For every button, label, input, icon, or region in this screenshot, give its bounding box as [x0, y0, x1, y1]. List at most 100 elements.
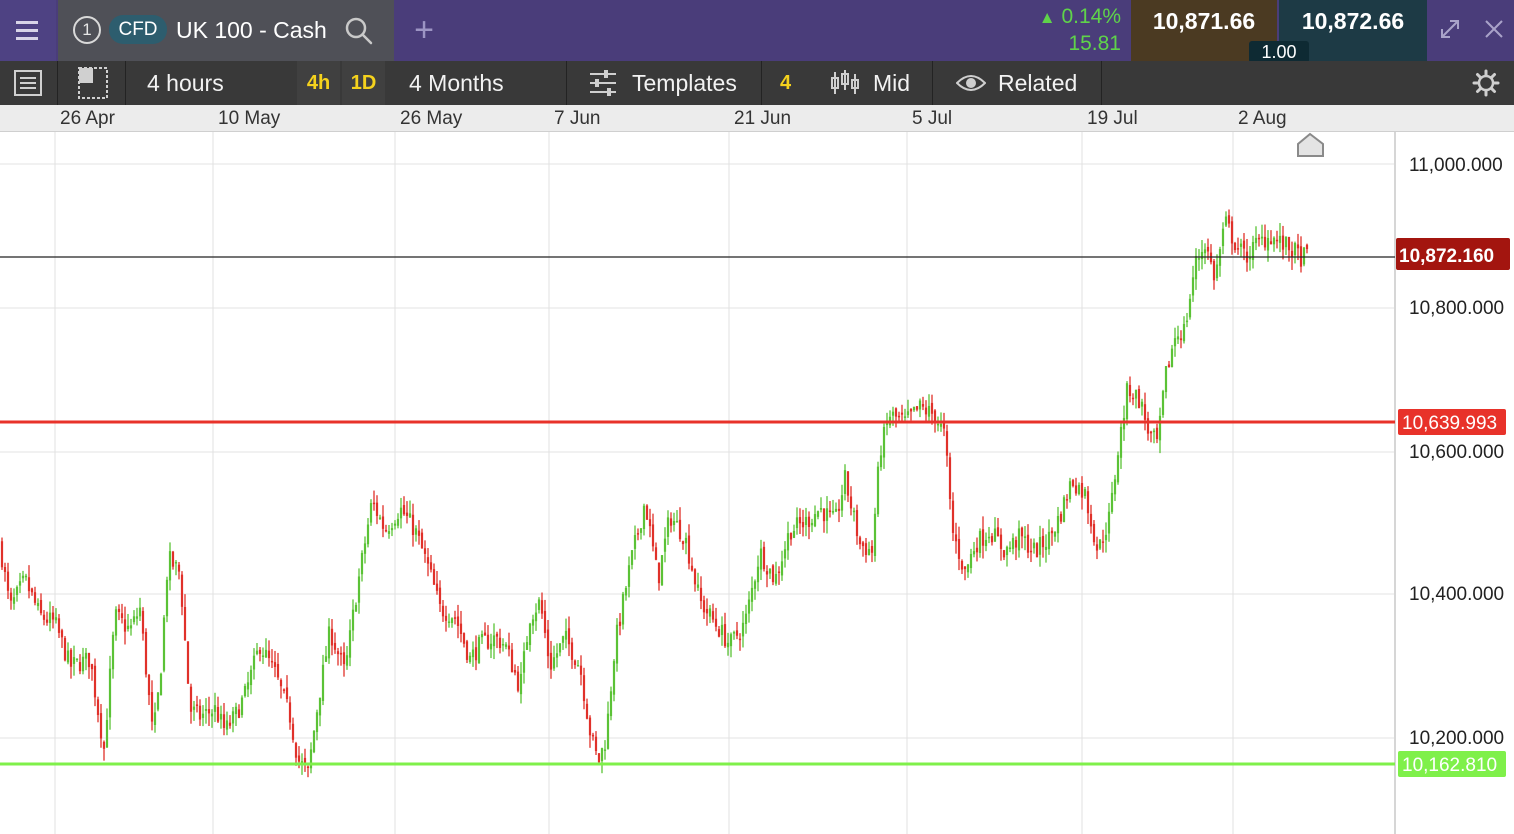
candle-body [1155, 427, 1159, 440]
change-points: 15.81 [1068, 32, 1121, 55]
layout-grid-icon [78, 67, 108, 99]
range-dropdown[interactable]: 4 Months [387, 61, 567, 105]
candle-body [990, 536, 994, 543]
candle-body [702, 600, 706, 613]
search-icon[interactable] [344, 16, 374, 46]
candle-body [360, 552, 364, 575]
candle-body [1140, 401, 1144, 407]
price-type-button[interactable]: Mid [809, 61, 933, 105]
hamburger-menu-icon[interactable] [0, 0, 56, 61]
layout-button[interactable] [59, 61, 126, 105]
candle-body [918, 400, 922, 410]
candle-body [69, 649, 73, 667]
candle-body [1116, 455, 1120, 483]
candle-body [387, 531, 391, 534]
candle-body [219, 713, 223, 720]
candle-body [1290, 250, 1294, 258]
candle-body [1113, 479, 1117, 495]
candle-body [294, 743, 298, 758]
candle-body [408, 513, 412, 518]
candle-body [1071, 480, 1075, 486]
candle-body [1182, 323, 1186, 342]
candle-body [177, 564, 181, 572]
candle-body [1158, 415, 1162, 441]
price-tick: 10,800.000 [1409, 298, 1504, 319]
candle-body [1161, 391, 1165, 415]
settings-gear-icon[interactable] [1472, 69, 1500, 97]
candle-body [60, 630, 64, 638]
candle-body [450, 618, 454, 623]
interval-1d-button[interactable]: 1D [342, 61, 385, 105]
candle-body [672, 521, 676, 526]
candle-body [234, 706, 238, 715]
price-tick: 11,000.000 [1409, 155, 1503, 176]
candle-body [927, 405, 931, 417]
templates-count[interactable]: 4 [763, 61, 808, 105]
candle-body [582, 675, 586, 702]
candle-body [1137, 389, 1141, 409]
candle-body [738, 638, 742, 641]
candle-body [1020, 527, 1024, 537]
candle-body [354, 604, 358, 612]
candle-body [1059, 513, 1063, 522]
candle-body [885, 423, 889, 426]
candle-body [1242, 240, 1246, 249]
candle-body [324, 656, 328, 662]
candle-body [882, 426, 886, 458]
scroll-home-icon[interactable] [1297, 132, 1324, 157]
candle-body [618, 621, 622, 626]
list-view-button[interactable] [0, 61, 58, 105]
candle-body [852, 510, 856, 513]
candle-body [921, 404, 925, 407]
add-tab-plus-icon[interactable]: + [408, 13, 440, 47]
product-type-badge: CFD [109, 15, 167, 44]
candle-body [288, 702, 292, 723]
price-type-label: Mid [873, 70, 911, 96]
candle-body [273, 662, 277, 667]
candle-body [540, 600, 544, 614]
candle-body [195, 704, 199, 706]
expand-icon[interactable] [1437, 16, 1463, 42]
candle-body [129, 625, 133, 629]
interval-4h-button[interactable]: 4h [297, 61, 340, 105]
candle-body [834, 508, 838, 512]
candle-body [42, 614, 46, 620]
candle-body [498, 637, 502, 648]
candle-body [1143, 404, 1147, 420]
candle-body [441, 605, 445, 617]
candle-body [657, 562, 661, 584]
candle-body [1068, 481, 1072, 500]
candle-body [813, 514, 817, 527]
candle-body [1023, 536, 1027, 538]
candle-body [1206, 246, 1210, 252]
candle-body [627, 565, 631, 587]
candle-body [948, 457, 952, 500]
candle-body [1104, 534, 1108, 541]
sliders-icon [590, 70, 616, 96]
related-button[interactable]: Related [934, 61, 1102, 105]
candle-body [1200, 251, 1204, 260]
candle-body [1236, 248, 1240, 250]
interval-dropdown[interactable]: 4 hours [147, 61, 297, 105]
change-percent: ▲ 0.14% [1038, 5, 1121, 28]
candle-body [513, 669, 517, 673]
candle-body [564, 630, 568, 640]
candle-body [786, 533, 790, 551]
candle-body [1134, 389, 1138, 399]
price-chart[interactable]: 11,000.000 10,800.000 10,600.000 10,400.… [0, 132, 1514, 834]
candle-body [1224, 216, 1228, 226]
instrument-tab[interactable]: 1 CFD UK 100 - Cash [58, 0, 394, 61]
templates-button[interactable]: Templates [568, 61, 762, 105]
candle-body [183, 606, 187, 641]
candle-body [375, 502, 379, 516]
candle-body [870, 546, 874, 553]
candle-body [216, 706, 220, 722]
candle-body [48, 612, 52, 624]
candle-body [396, 518, 400, 526]
candle-body [726, 642, 730, 648]
candle-body [1035, 543, 1039, 558]
candle-body [141, 611, 145, 634]
candle-body [966, 564, 970, 573]
candle-body [675, 521, 679, 523]
close-icon[interactable] [1481, 16, 1507, 42]
